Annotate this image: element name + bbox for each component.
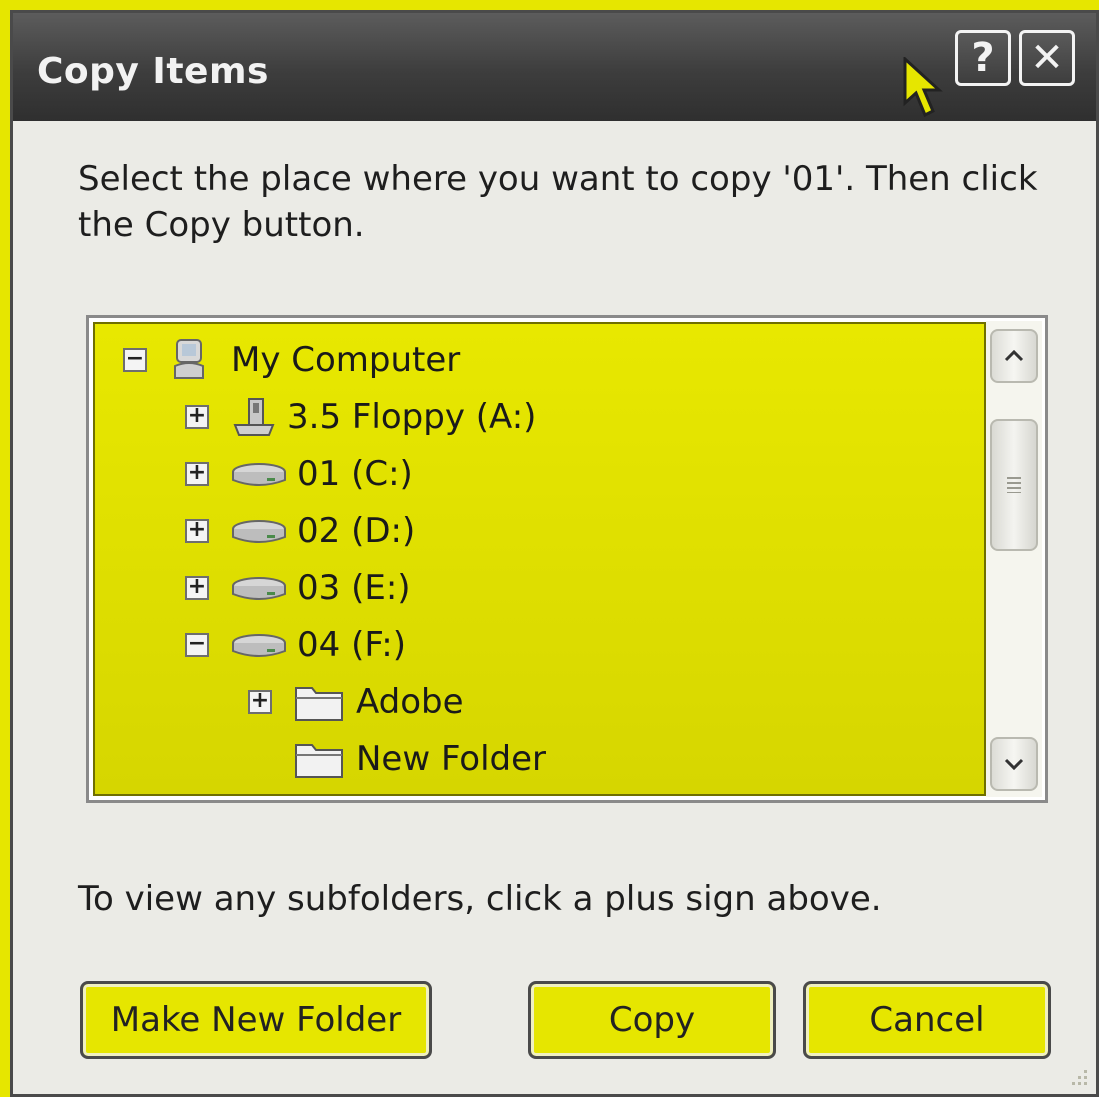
tree-item-new-folder[interactable]: New Folder <box>248 733 546 785</box>
tree-item-label: 3.5 Floppy (A:) <box>287 397 537 437</box>
floppy-drive-icon <box>233 398 275 436</box>
close-button[interactable]: ✕ <box>1019 30 1075 86</box>
folder-tree-view[interactable]: − My Computer + 3.5 Floppy (A:) + 01 (C:… <box>86 315 1048 803</box>
tree-item-label: My Computer <box>231 340 461 380</box>
scroll-down-button[interactable] <box>990 737 1038 791</box>
tree-item-drive-f[interactable]: − 04 (F:) <box>185 619 406 671</box>
instruction-text: Select the place where you want to copy … <box>78 159 1038 245</box>
scroll-thumb[interactable] <box>990 419 1038 551</box>
chevron-up-icon <box>1004 349 1024 362</box>
mouse-pointer-icon <box>903 57 943 118</box>
tree-item-label: 04 (F:) <box>297 625 406 665</box>
hard-drive-icon <box>232 634 286 657</box>
scroll-up-button[interactable] <box>990 329 1038 383</box>
tree-item-label: 01 (C:) <box>297 454 413 494</box>
tree-item-label: Adobe <box>356 682 464 722</box>
collapse-icon[interactable]: − <box>185 633 209 657</box>
cancel-button[interactable]: Cancel <box>803 981 1051 1059</box>
chevron-down-icon <box>1004 758 1024 771</box>
tree-item-drive-c[interactable]: + 01 (C:) <box>185 448 413 500</box>
tree-item-adobe[interactable]: + Adobe <box>248 676 464 728</box>
vertical-scrollbar[interactable] <box>986 321 1042 797</box>
tree-item-drive-d[interactable]: + 02 (D:) <box>185 505 415 557</box>
tree-item-floppy-a[interactable]: + 3.5 Floppy (A:) <box>185 391 536 443</box>
copy-items-dialog: Copy Items ? ✕ Select the place where yo… <box>10 10 1099 1097</box>
hint-text: To view any subfolders, click a plus sig… <box>78 879 882 919</box>
folder-icon <box>295 744 343 778</box>
expand-icon[interactable]: + <box>185 405 209 429</box>
hard-drive-icon <box>232 520 286 543</box>
collapse-icon[interactable]: − <box>123 348 147 372</box>
tree-item-label: New Folder <box>356 739 547 779</box>
make-new-folder-button[interactable]: Make New Folder <box>80 981 432 1059</box>
expand-icon[interactable]: + <box>185 519 209 543</box>
expand-icon[interactable]: + <box>185 576 209 600</box>
copy-button[interactable]: Copy <box>528 981 776 1059</box>
tree-item-my-computer[interactable]: − My Computer <box>123 334 460 386</box>
tree-item-label: 03 (E:) <box>297 568 411 608</box>
resize-grip-icon[interactable] <box>1064 1062 1090 1088</box>
window-title: Copy Items <box>37 51 269 92</box>
grip-icon <box>1007 477 1021 493</box>
expand-icon[interactable]: + <box>185 462 209 486</box>
computer-icon <box>174 339 204 379</box>
help-icon: ? <box>971 35 995 81</box>
tree-item-label: 02 (D:) <box>297 511 416 551</box>
help-button[interactable]: ? <box>955 30 1011 86</box>
hard-drive-icon <box>232 463 286 486</box>
close-icon: ✕ <box>1030 35 1064 81</box>
hard-drive-icon <box>232 577 286 600</box>
expand-icon[interactable]: + <box>248 690 272 714</box>
tree-item-drive-e[interactable]: + 03 (E:) <box>185 562 411 614</box>
title-bar[interactable]: Copy Items ? ✕ <box>13 13 1096 121</box>
folder-icon <box>295 687 343 721</box>
folder-tree-content[interactable]: − My Computer + 3.5 Floppy (A:) + 01 (C:… <box>93 322 986 796</box>
